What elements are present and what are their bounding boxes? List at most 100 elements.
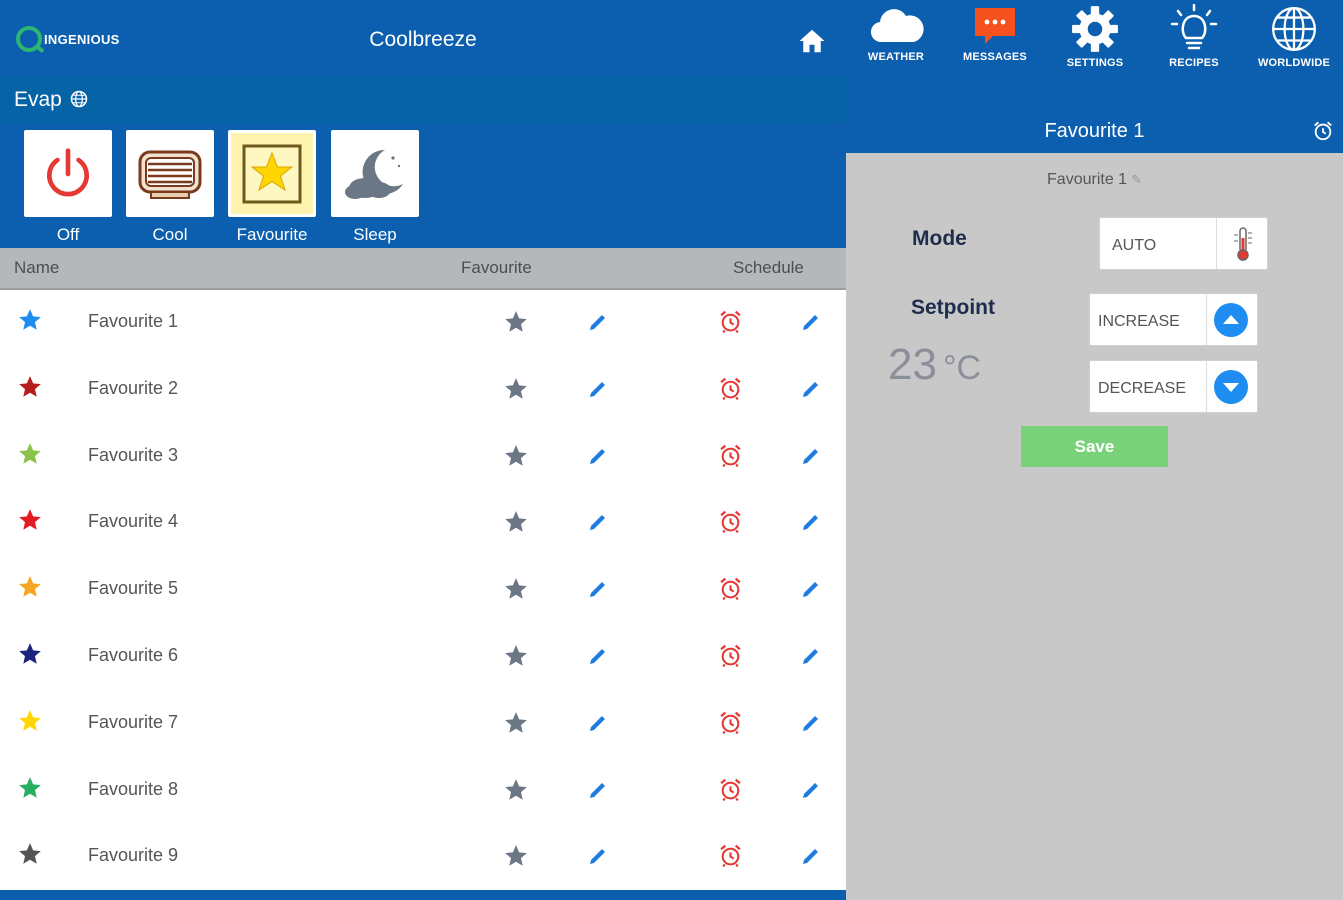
pencil-icon[interactable] [586, 778, 610, 802]
mode-value: AUTO [1112, 237, 1157, 254]
pencil-icon[interactable] [799, 577, 823, 601]
list-item[interactable]: Favourite 3 [0, 423, 846, 491]
mode-select[interactable]: AUTO [1099, 217, 1268, 270]
nav-label: MESSAGES [963, 51, 1027, 63]
nav-weather[interactable]: WEATHER [851, 4, 941, 63]
star-icon[interactable] [503, 777, 529, 803]
app-header: INGENIOUS Coolbreeze [0, 0, 846, 77]
star-icon[interactable] [503, 443, 529, 469]
pencil-icon[interactable] [586, 844, 610, 868]
pencil-icon[interactable] [586, 510, 610, 534]
list-item[interactable]: Favourite 2 [0, 356, 846, 424]
favourite-name[interactable]: Favourite 1 ✎ [846, 171, 1343, 189]
bottom-bar [0, 890, 846, 900]
list-item[interactable]: Favourite 6 [0, 623, 846, 691]
message-icon [975, 8, 1015, 44]
star-icon [19, 442, 41, 464]
favourite-name-text: Favourite 1 [1047, 171, 1128, 188]
nav-recipes[interactable]: RECIPES [1149, 4, 1239, 69]
alarm-clock-icon[interactable] [718, 376, 743, 401]
lightbulb-icon [1170, 4, 1218, 50]
increase-button[interactable]: INCREASE [1089, 293, 1258, 346]
divider [1206, 294, 1207, 345]
nav-worldwide[interactable]: WORLDWIDE [1249, 4, 1339, 69]
cloud-icon [870, 9, 924, 43]
star-icon[interactable] [503, 509, 529, 535]
pencil-icon[interactable] [799, 778, 823, 802]
favourite-name: Favourite 9 [88, 845, 179, 866]
mode-tile [228, 130, 316, 217]
mode-cool-button[interactable]: Cool [125, 130, 215, 245]
pencil-icon[interactable] [586, 577, 610, 601]
favourite-name: Favourite 2 [88, 377, 179, 398]
pencil-icon[interactable] [799, 711, 823, 735]
alarm-clock-icon[interactable] [718, 309, 743, 334]
list-item[interactable]: Favourite 9 [0, 824, 846, 892]
star-icon [19, 709, 41, 731]
favourite-name: Favourite 3 [88, 444, 179, 465]
pencil-icon[interactable] [799, 644, 823, 668]
mode-label: Off [56, 225, 80, 244]
star-icon [19, 576, 41, 597]
star-icon[interactable] [503, 576, 529, 602]
pencil-icon[interactable] [799, 310, 823, 334]
save-button[interactable]: Save [1021, 426, 1168, 467]
mode-tile [24, 130, 112, 217]
nav-label: SETTINGS [1066, 57, 1124, 69]
mode-sleep-button[interactable]: Sleep [330, 130, 420, 245]
setpoint-value: 23 °C [888, 340, 981, 390]
decrease-button[interactable]: DECREASE [1089, 360, 1258, 413]
alarm-clock-icon[interactable] [718, 509, 743, 534]
list-item[interactable]: Favourite 7 [0, 690, 846, 758]
pencil-icon[interactable] [799, 510, 823, 534]
star-icon[interactable] [503, 309, 529, 335]
divider [1216, 218, 1217, 269]
alarm-clock-icon[interactable] [718, 643, 743, 668]
alarm-clock-icon[interactable] [718, 443, 743, 468]
list-item[interactable]: Favourite 8 [0, 757, 846, 825]
favourite-name: Favourite 1 [88, 311, 179, 331]
star-icon[interactable] [503, 643, 529, 669]
device-name: Evap [14, 88, 62, 111]
mode-off-button[interactable]: Off [23, 130, 113, 245]
pencil-icon[interactable] [586, 711, 610, 735]
favourite-name: Favourite 7 [88, 711, 179, 732]
column-header-schedule: Schedule [733, 258, 804, 277]
setpoint-label: Setpoint [911, 296, 995, 319]
pencil-icon[interactable] [799, 377, 823, 401]
list-item[interactable]: Favourite 4 [0, 490, 846, 558]
list-item[interactable]: Favourite 5 [0, 557, 846, 624]
alarm-clock-icon[interactable] [718, 576, 743, 601]
star-icon[interactable] [503, 376, 529, 402]
pencil-icon[interactable] [799, 444, 823, 468]
star-icon[interactable] [503, 710, 529, 736]
pencil-icon[interactable] [586, 377, 610, 401]
pencil-icon[interactable] [586, 310, 610, 334]
list-header: Name Favourite Schedule [0, 248, 846, 290]
column-header-name: Name [14, 258, 60, 277]
star-icon [19, 309, 41, 330]
nav-messages[interactable]: MESSAGES [950, 4, 1040, 63]
alarm-clock-icon[interactable] [718, 710, 743, 735]
alarm-clock-icon[interactable] [718, 777, 743, 802]
nav-settings[interactable]: SETTINGS [1050, 4, 1140, 69]
pencil-icon[interactable] [586, 644, 610, 668]
mode-selector: Off Cool Favourite Sleep [0, 122, 846, 248]
alarm-clock-icon[interactable] [718, 843, 743, 868]
home-button[interactable] [797, 26, 827, 56]
nav-label: WEATHER [867, 51, 925, 63]
star-icon [19, 843, 41, 865]
divider [1206, 361, 1207, 412]
mode-favourite-button[interactable]: Favourite [227, 130, 317, 245]
star-icon[interactable] [503, 843, 529, 869]
panel-title: Favourite 1 [1044, 120, 1145, 142]
chevron-down-icon [1214, 370, 1248, 404]
pencil-icon[interactable] [586, 444, 610, 468]
setpoint-number: 23 [888, 340, 937, 389]
pencil-icon[interactable] [799, 844, 823, 868]
increase-label: INCREASE [1098, 313, 1180, 330]
alarm-clock-icon[interactable] [1312, 120, 1334, 142]
globe-icon[interactable] [69, 89, 89, 109]
cooler-icon [138, 150, 202, 199]
list-item[interactable]: Favourite 1 [0, 290, 846, 357]
